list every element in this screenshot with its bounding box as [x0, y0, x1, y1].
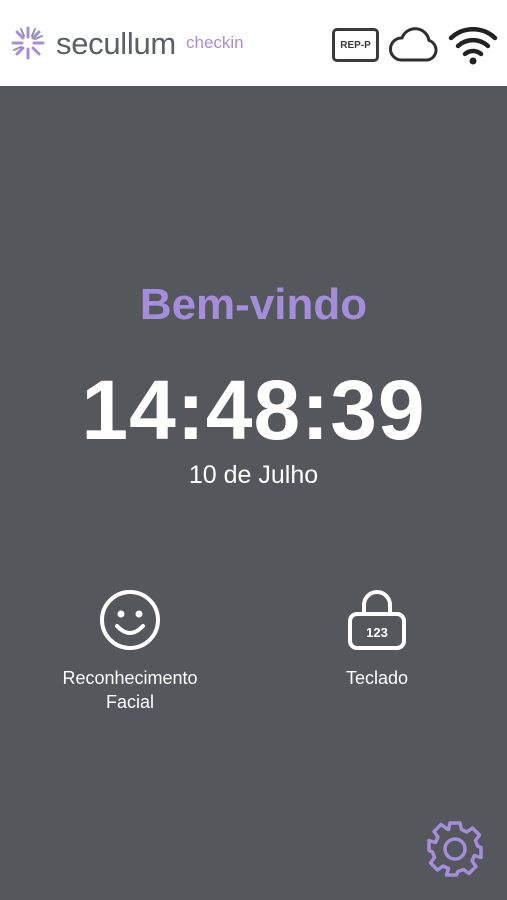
rep-p-badge: REP-P [332, 28, 379, 62]
facial-recognition-label-line2: Facial [105, 692, 154, 712]
gear-icon[interactable] [426, 820, 484, 878]
welcome-heading: Bem-vindo [139, 280, 368, 329]
brand-name: secullum [56, 26, 176, 61]
keypad-label: Teclado [345, 668, 409, 688]
current-date: 10 de Julho [188, 461, 319, 489]
product-name: checkin [186, 33, 244, 52]
facial-recognition-label-line1: Reconhecimento [62, 668, 198, 688]
secullum-logo-icon [11, 26, 45, 60]
header-bar: secullum checkin REP-P [0, 0, 507, 86]
keypad-button[interactable]: 123 Teclado [277, 588, 477, 690]
smiley-face-icon [100, 590, 160, 650]
clock-time: 14:48:39 [81, 363, 426, 457]
facial-recognition-label: Reconhecimento Facial [30, 666, 230, 714]
rep-p-label: REP-P [340, 39, 371, 51]
keypad-digits: 123 [366, 625, 388, 640]
cloud-icon [389, 27, 438, 62]
padlock-keypad-icon: 123 [348, 590, 406, 650]
wifi-icon [448, 27, 498, 65]
facial-recognition-button[interactable]: Reconhecimento Facial [30, 588, 230, 714]
